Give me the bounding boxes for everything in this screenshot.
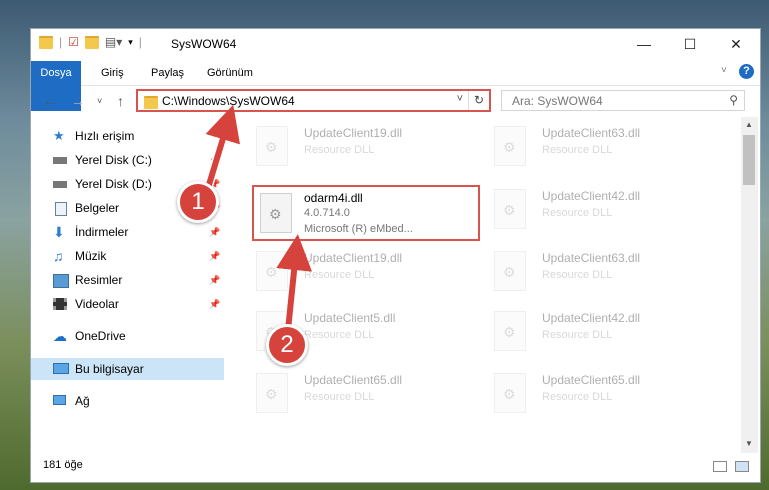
arrow-1: [205, 104, 241, 189]
arrow-2: [276, 234, 313, 331]
callout-arrows: [203, 104, 313, 335]
callout-badge-1: 1: [177, 181, 219, 223]
callout-badge-2: 2: [266, 324, 308, 366]
